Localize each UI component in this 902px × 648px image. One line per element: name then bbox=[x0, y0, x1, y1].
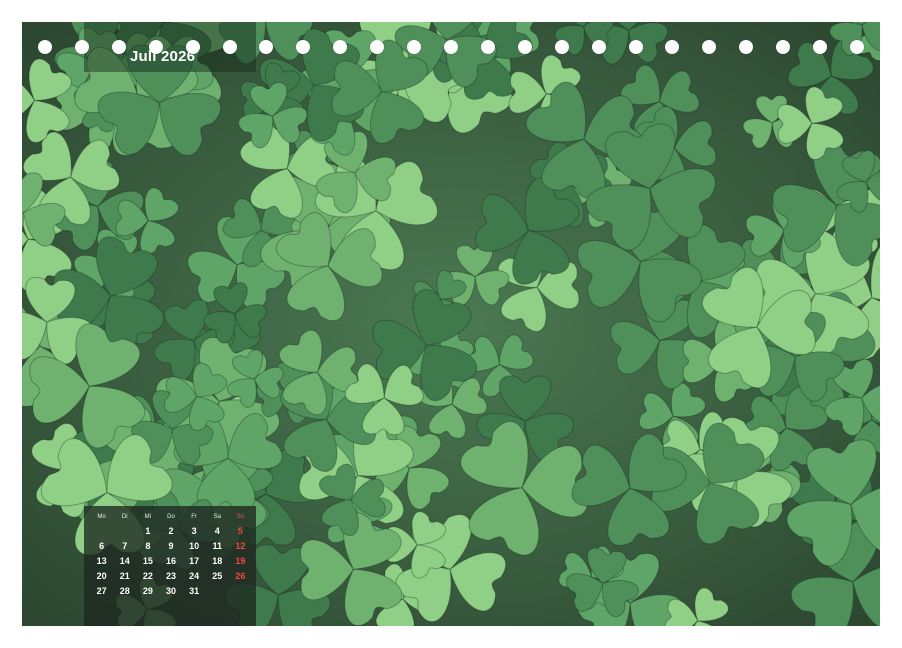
calendar-day: 27 bbox=[96, 586, 107, 596]
calendar-day: 15 bbox=[142, 556, 153, 566]
calendar-day: 24 bbox=[189, 571, 200, 581]
binding-ring bbox=[665, 40, 680, 54]
calendar-day: 10 bbox=[189, 541, 200, 551]
binding-ring bbox=[74, 40, 89, 54]
binding-ring bbox=[554, 40, 569, 54]
weekday-header: Do bbox=[167, 514, 175, 520]
binding-ring bbox=[517, 40, 532, 54]
calendar-day: 14 bbox=[119, 556, 130, 566]
weekday-header: Di bbox=[121, 514, 128, 520]
binding-ring bbox=[480, 40, 495, 54]
calendar-day: 29 bbox=[142, 586, 153, 596]
binding-ring bbox=[222, 40, 237, 54]
calendar-day: 1 bbox=[145, 526, 151, 536]
weekday-header: Mo bbox=[97, 514, 106, 520]
binding-ring bbox=[333, 40, 348, 54]
calendar-day: 4 bbox=[214, 526, 220, 536]
calendar-day: 5 bbox=[237, 526, 243, 536]
calendar-day: 16 bbox=[165, 556, 176, 566]
weekday-header: So bbox=[236, 514, 245, 520]
calendar-day: 22 bbox=[142, 571, 153, 581]
binding-ring bbox=[739, 40, 754, 54]
calendar-day: 25 bbox=[212, 571, 223, 581]
binding-ring bbox=[702, 40, 717, 54]
binding-ring bbox=[776, 40, 791, 54]
binding-ring bbox=[296, 40, 311, 54]
calendar-day bbox=[206, 586, 229, 598]
calendar-day: 21 bbox=[119, 571, 130, 581]
calendar-day: 8 bbox=[145, 541, 151, 551]
binding-ring bbox=[370, 40, 385, 54]
binding-ring bbox=[628, 40, 643, 54]
binding-ring bbox=[38, 40, 52, 54]
calendar-day: 7 bbox=[122, 541, 128, 551]
calendar-page: Juli 2026 Mo Di Mi Do Fr Sa So 1 2 3 4 5 6 7 8 9 10 11 12 1… bbox=[22, 22, 880, 626]
calendar-day: 20 bbox=[96, 571, 107, 581]
calendar-day bbox=[113, 526, 136, 538]
calendar-day: 2 bbox=[168, 526, 174, 536]
calendar-day: 9 bbox=[168, 541, 174, 551]
binding-ring bbox=[443, 40, 458, 54]
binding-ring bbox=[813, 40, 828, 54]
binding-ring bbox=[148, 40, 163, 54]
calendar-day: 12 bbox=[235, 541, 246, 551]
calendar-day: 26 bbox=[235, 571, 246, 581]
weekday-header: Mi bbox=[144, 514, 152, 520]
calendar-day: 18 bbox=[212, 556, 223, 566]
calendar-day: 30 bbox=[165, 586, 176, 596]
calendar-day: 6 bbox=[99, 541, 105, 551]
binding-ring bbox=[849, 40, 864, 54]
mini-calendar: Mo Di Mi Do Fr Sa So 1 2 3 4 5 6 7 8 9 10 11 12 13 14 15 16 17 1… bbox=[84, 506, 256, 626]
calendar-day: 31 bbox=[189, 586, 200, 596]
calendar-day bbox=[229, 586, 252, 598]
calendar-day: 11 bbox=[212, 541, 223, 551]
calendar-day: 28 bbox=[119, 586, 130, 596]
calendar-day: 3 bbox=[191, 526, 197, 536]
calendar-day: 17 bbox=[189, 556, 200, 566]
calendar-day: 13 bbox=[96, 556, 107, 566]
calendar-day bbox=[90, 526, 113, 538]
calendar-day: 19 bbox=[235, 556, 246, 566]
binding-ring bbox=[259, 40, 274, 54]
calendar-day: 23 bbox=[165, 571, 176, 581]
weekday-header: Fr bbox=[191, 514, 197, 520]
spiral-binding bbox=[38, 40, 864, 56]
calendar-grid: Mo Di Mi Do Fr Sa So 1 2 3 4 5 6 7 8 9 10 11 12 13 14 15 16 17 1… bbox=[90, 514, 252, 598]
binding-ring bbox=[111, 40, 126, 54]
binding-ring bbox=[591, 40, 606, 54]
binding-ring bbox=[185, 40, 200, 54]
binding-ring bbox=[407, 40, 422, 54]
weekday-header: Sa bbox=[213, 514, 221, 520]
